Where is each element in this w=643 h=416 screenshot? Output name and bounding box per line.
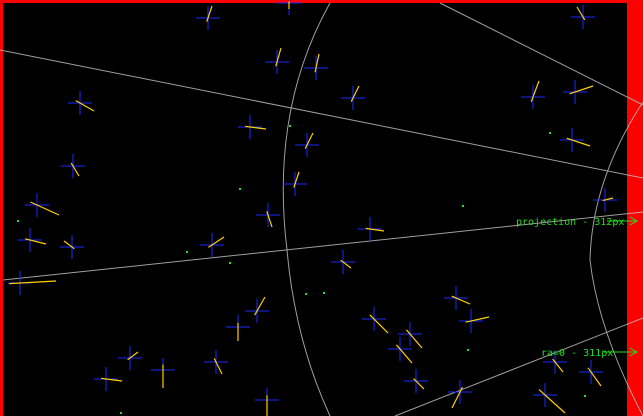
marker-dot bbox=[584, 395, 586, 397]
sky-chart: projection - 312px ra=0 - 311px bbox=[0, 0, 643, 416]
marker-dot bbox=[305, 293, 307, 295]
marker-dot bbox=[186, 251, 188, 253]
marker-dot bbox=[120, 412, 122, 414]
marker-dot bbox=[17, 220, 19, 222]
sky-background bbox=[3, 3, 627, 416]
marker-dot bbox=[289, 125, 291, 127]
radius-label: ra=0 - 311px bbox=[541, 348, 613, 359]
marker-dot bbox=[323, 292, 325, 294]
marker-dot bbox=[462, 205, 464, 207]
projection-annotation: projection - 312px bbox=[516, 216, 639, 228]
marker-dot bbox=[239, 188, 241, 190]
projection-label: projection - 312px bbox=[516, 217, 624, 228]
marker-dot bbox=[467, 349, 469, 351]
marker-dot bbox=[229, 262, 231, 264]
sky-viewport[interactable]: projection - 312px ra=0 - 311px bbox=[0, 0, 643, 416]
marker-dot bbox=[549, 132, 551, 134]
